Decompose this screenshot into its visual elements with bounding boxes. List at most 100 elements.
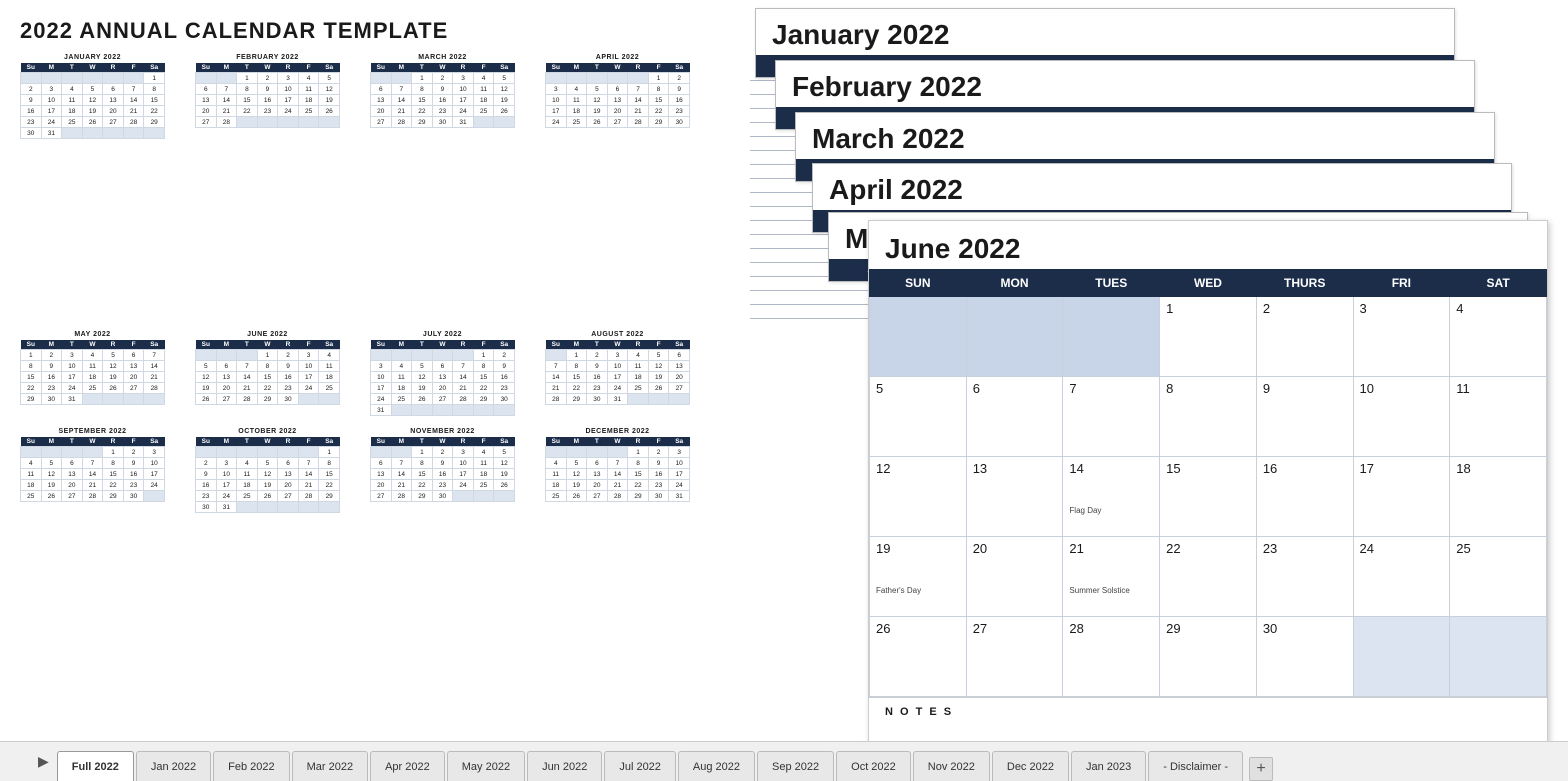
june-cell: 9 <box>1256 377 1353 457</box>
mini-cal-sep-title: SEPTEMBER 2022 <box>20 428 165 435</box>
june-cell: 7 <box>1063 377 1160 457</box>
mini-cal-oct: OCTOBER 2022 SuMTWRFSa 1 2345678 9101112… <box>195 428 340 513</box>
stack-title-jan: January 2022 <box>756 9 1454 55</box>
june-week-5: 26 27 28 29 30 <box>870 617 1547 697</box>
june-cell: 24 <box>1353 537 1450 617</box>
june-cell <box>1450 617 1547 697</box>
june-cell: 2 <box>1256 297 1353 377</box>
mini-cal-sep-table: SuMTWRFSa 123 45678910 11121314151617 18… <box>20 437 165 502</box>
june-cell: 22 <box>1160 537 1257 617</box>
tab-apr-2022[interactable]: Apr 2022 <box>370 751 445 781</box>
june-cell: 28 <box>1063 617 1160 697</box>
june-cell: 21Summer Solstice <box>1063 537 1160 617</box>
june-notes-label: N O T E S <box>869 697 1547 741</box>
june-cell: 17 <box>1353 457 1450 537</box>
june-large-table: SUN MON TUES WED THURS FRI SAT 1 2 3 <box>869 269 1547 697</box>
tab-add-button[interactable]: + <box>1249 757 1273 781</box>
tab-dec-2022[interactable]: Dec 2022 <box>992 751 1069 781</box>
june-cell <box>870 297 967 377</box>
tab-bar-inner: ▶ Full 2022 Jan 2022 Feb 2022 Mar 2022 A… <box>0 742 1273 781</box>
mini-cal-apr-table: SuMTWRFSa 12 3456789 10111213141516 1718… <box>545 63 690 128</box>
mini-cal-jan-table: SuMTWRFSa 1 2345678 9101112131415 161718… <box>20 63 165 139</box>
mini-cal-jan: JANUARY 2022 SuMTWRFSa 1 2345678 9101112… <box>20 54 165 319</box>
mini-cal-jun-title: JUNE 2022 <box>195 331 340 338</box>
mini-cal-sep: SEPTEMBER 2022 SuMTWRFSa 123 45678910 11… <box>20 428 165 513</box>
june-week-1: 1 2 3 4 <box>870 297 1547 377</box>
june-cell: 25 <box>1450 537 1547 617</box>
june-week-2: 5 6 7 8 9 10 11 <box>870 377 1547 457</box>
june-cell: 10 <box>1353 377 1450 457</box>
june-header-wed: WED <box>1160 270 1257 297</box>
mini-cal-jan-title: JANUARY 2022 <box>20 54 165 61</box>
tab-full-2022[interactable]: Full 2022 <box>57 751 134 781</box>
june-cell <box>1063 297 1160 377</box>
mini-cal-oct-table: SuMTWRFSa 1 2345678 9101112131415 161718… <box>195 437 340 513</box>
june-cell: 23 <box>1256 537 1353 617</box>
mini-cal-nov-table: SuMTWRFSa 12345 6789101112 1314151617181… <box>370 437 515 502</box>
tab-jun-2022[interactable]: Jun 2022 <box>527 751 602 781</box>
june-header-mon: MON <box>966 270 1063 297</box>
tab-oct-2022[interactable]: Oct 2022 <box>836 751 911 781</box>
june-cell: 15 <box>1160 457 1257 537</box>
mini-cal-nov: NOVEMBER 2022 SuMTWRFSa 12345 6789101112… <box>370 428 515 513</box>
stack-title-feb: February 2022 <box>776 61 1474 107</box>
june-header-sun: SUN <box>870 270 967 297</box>
june-cell <box>1353 617 1450 697</box>
tab-jan-2023[interactable]: Jan 2023 <box>1071 751 1146 781</box>
june-cell: 3 <box>1353 297 1450 377</box>
mini-cal-dec-title: DECEMBER 2022 <box>545 428 690 435</box>
mini-cal-jun: JUNE 2022 SuMTWRFSa 1234 567891011 12131… <box>195 331 340 416</box>
tab-feb-2022[interactable]: Feb 2022 <box>213 751 289 781</box>
mini-cal-apr: APRIL 2022 SuMTWRFSa 12 3456789 10111213… <box>545 54 690 319</box>
june-cell: 1 <box>1160 297 1257 377</box>
mini-cal-feb: FEBRUARY 2022 SuMTWRFSa 12345 6789101112… <box>195 54 340 319</box>
mini-cal-may-title: MAY 2022 <box>20 331 165 338</box>
mini-cal-mar: MARCH 2022 SuMTWRFSa 12345 6789101112 13… <box>370 54 515 319</box>
mini-cal-nov-title: NOVEMBER 2022 <box>370 428 515 435</box>
june-cell <box>966 297 1063 377</box>
mini-cal-apr-title: APRIL 2022 <box>545 54 690 61</box>
june-large-title: June 2022 <box>869 221 1547 269</box>
june-week-4: 19Father's Day 20 21Summer Solstice 22 2… <box>870 537 1547 617</box>
tab-aug-2022[interactable]: Aug 2022 <box>678 751 755 781</box>
june-cell: 27 <box>966 617 1063 697</box>
mini-cal-feb-title: FEBRUARY 2022 <box>195 54 340 61</box>
tab-jul-2022[interactable]: Jul 2022 <box>604 751 676 781</box>
june-cell: 16 <box>1256 457 1353 537</box>
june-header-thu: THURS <box>1256 270 1353 297</box>
mini-cal-aug: AUGUST 2022 SuMTWRFSa 123456 78910111213… <box>545 331 690 416</box>
stack-title-apr: April 2022 <box>813 164 1511 210</box>
mini-cal-jul-title: JULY 2022 <box>370 331 515 338</box>
june-cell: 18 <box>1450 457 1547 537</box>
mini-cal-may-table: SuMTWRFSa 1234567 891011121314 151617181… <box>20 340 165 405</box>
june-cell: 20 <box>966 537 1063 617</box>
tab-nov-2022[interactable]: Nov 2022 <box>913 751 990 781</box>
june-week-3: 12 13 14Flag Day 15 16 17 18 <box>870 457 1547 537</box>
mini-cal-oct-title: OCTOBER 2022 <box>195 428 340 435</box>
june-cell: 11 <box>1450 377 1547 457</box>
mini-cal-aug-table: SuMTWRFSa 123456 78910111213 14151617181… <box>545 340 690 405</box>
mini-cal-jul: JULY 2022 SuMTWRFSa 12 3456789 101112131… <box>370 331 515 416</box>
june-cell: 26 <box>870 617 967 697</box>
june-header-fri: FRI <box>1353 270 1450 297</box>
tab-sep-2022[interactable]: Sep 2022 <box>757 751 834 781</box>
mini-cal-mar-title: MARCH 2022 <box>370 54 515 61</box>
june-cell: 30 <box>1256 617 1353 697</box>
tab-disclaimer[interactable]: - Disclaimer - <box>1148 751 1243 781</box>
mini-cal-feb-table: SuMTWRFSa 12345 6789101112 1314151617181… <box>195 63 340 128</box>
tab-nav-left[interactable]: ▶ <box>30 742 57 781</box>
june-cell: 29 <box>1160 617 1257 697</box>
june-cell: 19Father's Day <box>870 537 967 617</box>
mini-cal-mar-table: SuMTWRFSa 12345 6789101112 1314151617181… <box>370 63 515 128</box>
june-header-tue: TUES <box>1063 270 1160 297</box>
mini-cal-dec-table: SuMTWRFSa 123 45678910 11121314151617 18… <box>545 437 690 502</box>
june-header-sat: SAT <box>1450 270 1547 297</box>
june-cell: 14Flag Day <box>1063 457 1160 537</box>
mini-cal-aug-title: AUGUST 2022 <box>545 331 690 338</box>
mini-cal-jun-table: SuMTWRFSa 1234 567891011 12131415161718 … <box>195 340 340 405</box>
tab-mar-2022[interactable]: Mar 2022 <box>292 751 368 781</box>
tab-may-2022[interactable]: May 2022 <box>447 751 525 781</box>
june-cell: 5 <box>870 377 967 457</box>
tab-jan-2022[interactable]: Jan 2022 <box>136 751 211 781</box>
mini-cal-jul-table: SuMTWRFSa 12 3456789 10111213141516 1718… <box>370 340 515 416</box>
